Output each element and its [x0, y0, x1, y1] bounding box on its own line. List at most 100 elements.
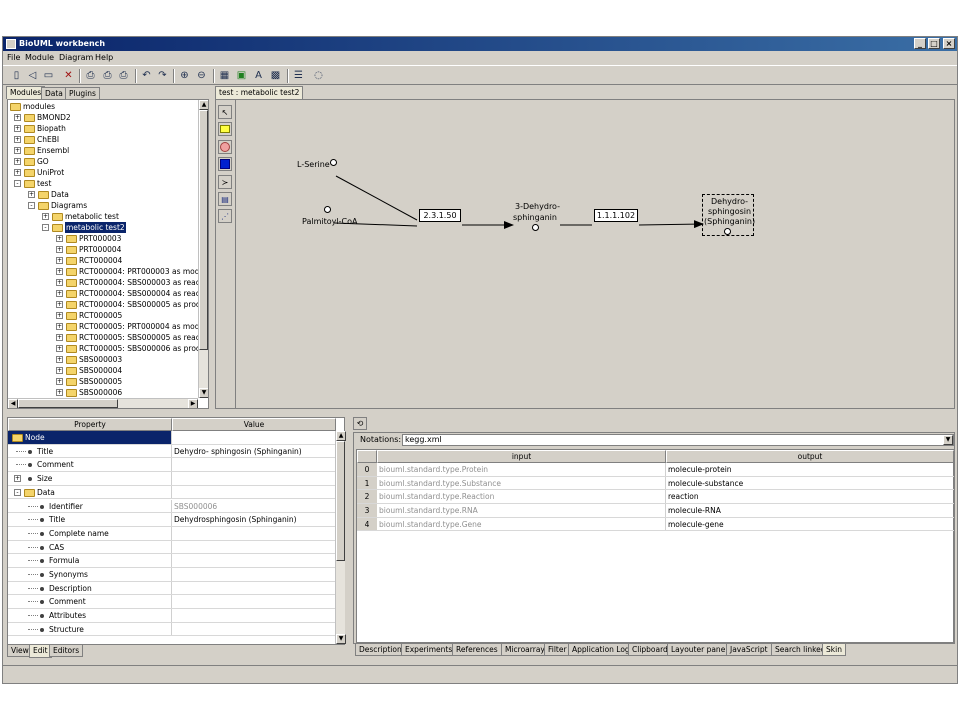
tab-modules[interactable]: Modules	[6, 86, 46, 99]
menu-module[interactable]: Module	[25, 52, 54, 63]
property-value[interactable]	[172, 458, 334, 471]
print-icon[interactable]: ⎙	[83, 68, 98, 83]
tree-node[interactable]: + SBS000004	[8, 365, 198, 376]
table-row[interactable]: 4 biouml.standard.type.Gene molecule-gene	[357, 517, 954, 532]
header-property[interactable]: Property	[8, 418, 172, 431]
tree-node[interactable]: + RCT000005	[8, 310, 198, 321]
page-setup-icon[interactable]: ⎙	[116, 68, 131, 83]
redo-icon[interactable]: ↷	[155, 68, 170, 83]
tree-node[interactable]: + RCT000004: SBS000003 as reactant	[8, 277, 208, 288]
zoom-out-icon[interactable]: ⊖	[194, 68, 209, 83]
expand-icon[interactable]: +	[56, 356, 63, 363]
diagram-canvas[interactable]: ↖ ≻ ▤ ⋰ L-Serine Palmitoyl-CoA 2.3.1.50 …	[215, 99, 955, 409]
property-value[interactable]: Dehydro- sphingosin (Sphinganin)	[172, 445, 334, 458]
collapse-icon[interactable]: -	[28, 202, 35, 209]
menu-file[interactable]: File	[7, 52, 20, 63]
layout-icon[interactable]: ▦	[217, 68, 232, 83]
scroll-left-button[interactable]: ◀	[8, 399, 18, 408]
expand-icon[interactable]: +	[42, 213, 49, 220]
help-icon[interactable]: ◌	[311, 68, 326, 83]
tree-node[interactable]: + RCT000004: SBS000004 as reactant	[8, 288, 208, 299]
property-value[interactable]	[172, 486, 334, 499]
property-value[interactable]: SBS000006	[172, 500, 334, 513]
expand-icon[interactable]: +	[56, 378, 63, 385]
tab-application-log[interactable]: Application Log	[568, 644, 634, 656]
open-icon[interactable]: ◁	[25, 68, 40, 83]
output-cell[interactable]: reaction	[666, 490, 954, 503]
input-cell[interactable]: biouml.standard.type.Substance	[377, 476, 666, 490]
minimize-button[interactable]: _	[914, 38, 926, 49]
tree-node[interactable]: + SBS000005	[8, 376, 198, 387]
reaction-1-1-1-102[interactable]: 1.1.1.102	[594, 209, 638, 222]
notation-select[interactable]: kegg.xml ▼	[402, 434, 954, 446]
property-row[interactable]: Formula	[8, 554, 336, 568]
tab-search-linked[interactable]: Search linked	[771, 644, 830, 656]
tree-node[interactable]: + RCT000005: SBS000006 as product:	[8, 343, 208, 354]
header-input[interactable]: input	[377, 450, 666, 463]
property-value[interactable]	[172, 472, 334, 485]
collapse-icon[interactable]: -	[42, 224, 49, 231]
property-value[interactable]	[172, 623, 334, 636]
input-cell[interactable]: biouml.standard.type.RNA	[377, 504, 666, 517]
tree-node[interactable]: - test	[8, 178, 198, 189]
close-button[interactable]: ×	[943, 38, 955, 49]
property-value[interactable]	[172, 595, 334, 608]
tree-node[interactable]: + PRT000004	[8, 244, 198, 255]
table-row[interactable]: 3 biouml.standard.type.RNA molecule-RNA	[357, 504, 954, 518]
expand-icon[interactable]: +	[14, 169, 21, 176]
expand-icon[interactable]: +	[56, 279, 63, 286]
scroll-right-button[interactable]: ▶	[188, 399, 198, 408]
tab-experiments[interactable]: Experiments	[401, 644, 457, 656]
tab-plugins[interactable]: Plugins	[65, 87, 100, 99]
property-row[interactable]: - Data	[8, 485, 336, 500]
table-row[interactable]: 2 biouml.standard.type.Reaction reaction	[357, 490, 954, 505]
expand-icon[interactable]: +	[14, 147, 21, 154]
expand-icon[interactable]: +	[14, 114, 21, 121]
expand-icon[interactable]: +	[56, 334, 63, 341]
prop-scroll-down[interactable]: ▼	[336, 634, 346, 644]
text-icon[interactable]: A	[251, 68, 266, 83]
property-row[interactable]: + Size	[8, 472, 336, 486]
property-value[interactable]	[172, 527, 334, 540]
tab-javascript[interactable]: JavaScript	[726, 644, 772, 656]
node-dehydro-l1[interactable]: 3-Dehydro-	[515, 202, 560, 212]
tree-node[interactable]: + BMOND2	[8, 112, 198, 123]
expand-icon[interactable]: +	[56, 235, 63, 242]
undo-icon[interactable]: ↶	[139, 68, 154, 83]
property-row[interactable]: Title Dehydro- sphingosin (Sphinganin)	[8, 444, 336, 459]
tab-layouter-pane[interactable]: Layouter pane	[667, 644, 730, 656]
input-cell[interactable]: biouml.standard.type.Reaction	[377, 490, 666, 504]
link-icon[interactable]: ⟲	[353, 417, 367, 430]
expand-icon[interactable]: +	[56, 389, 63, 396]
tree-node[interactable]: + metabolic test	[8, 211, 198, 222]
property-row[interactable]: Title Dehydrosphingosin (Sphinganin)	[8, 513, 336, 527]
property-value[interactable]	[172, 609, 334, 622]
table-row[interactable]: 0 biouml.standard.type.Protein molecule-pr…	[357, 463, 954, 477]
node-dehydro-l2[interactable]: sphinganin	[513, 213, 557, 223]
tree-node[interactable]: + RCT000004	[8, 255, 198, 266]
tab-references[interactable]: References	[452, 644, 502, 656]
property-vscroll[interactable]: ▲ ▼	[335, 431, 346, 644]
expand-icon[interactable]: +	[56, 268, 63, 275]
expand-icon[interactable]: +	[56, 345, 63, 352]
image-icon[interactable]: ▩	[268, 68, 283, 83]
tree-node[interactable]: + PRT000003	[8, 233, 198, 244]
tab-data[interactable]: Data	[41, 87, 67, 99]
tab-diagram[interactable]: test : metabolic test2	[215, 86, 304, 99]
expand-icon[interactable]: +	[14, 158, 21, 165]
tree-node[interactable]: + ChEBI	[8, 134, 198, 145]
property-row[interactable]: Comment	[8, 595, 336, 610]
expand-icon[interactable]: +	[56, 323, 63, 330]
expand-icon[interactable]: +	[14, 475, 21, 483]
header-output[interactable]: output	[666, 450, 954, 463]
property-row[interactable]: Attributes	[8, 609, 336, 623]
expand-icon[interactable]: +	[56, 301, 63, 308]
expand-icon[interactable]: +	[56, 257, 63, 264]
output-cell[interactable]: molecule-protein	[666, 463, 954, 476]
prop-scroll-thumb[interactable]	[336, 441, 345, 561]
tree-node[interactable]: + RCT000004: SBS000005 as product:	[8, 299, 208, 310]
tree-hscroll[interactable]: ◀ ▶	[8, 398, 198, 408]
property-value[interactable]	[172, 568, 334, 581]
property-row[interactable]: Synonyms	[8, 568, 336, 582]
input-cell[interactable]: biouml.standard.type.Gene	[377, 517, 666, 531]
